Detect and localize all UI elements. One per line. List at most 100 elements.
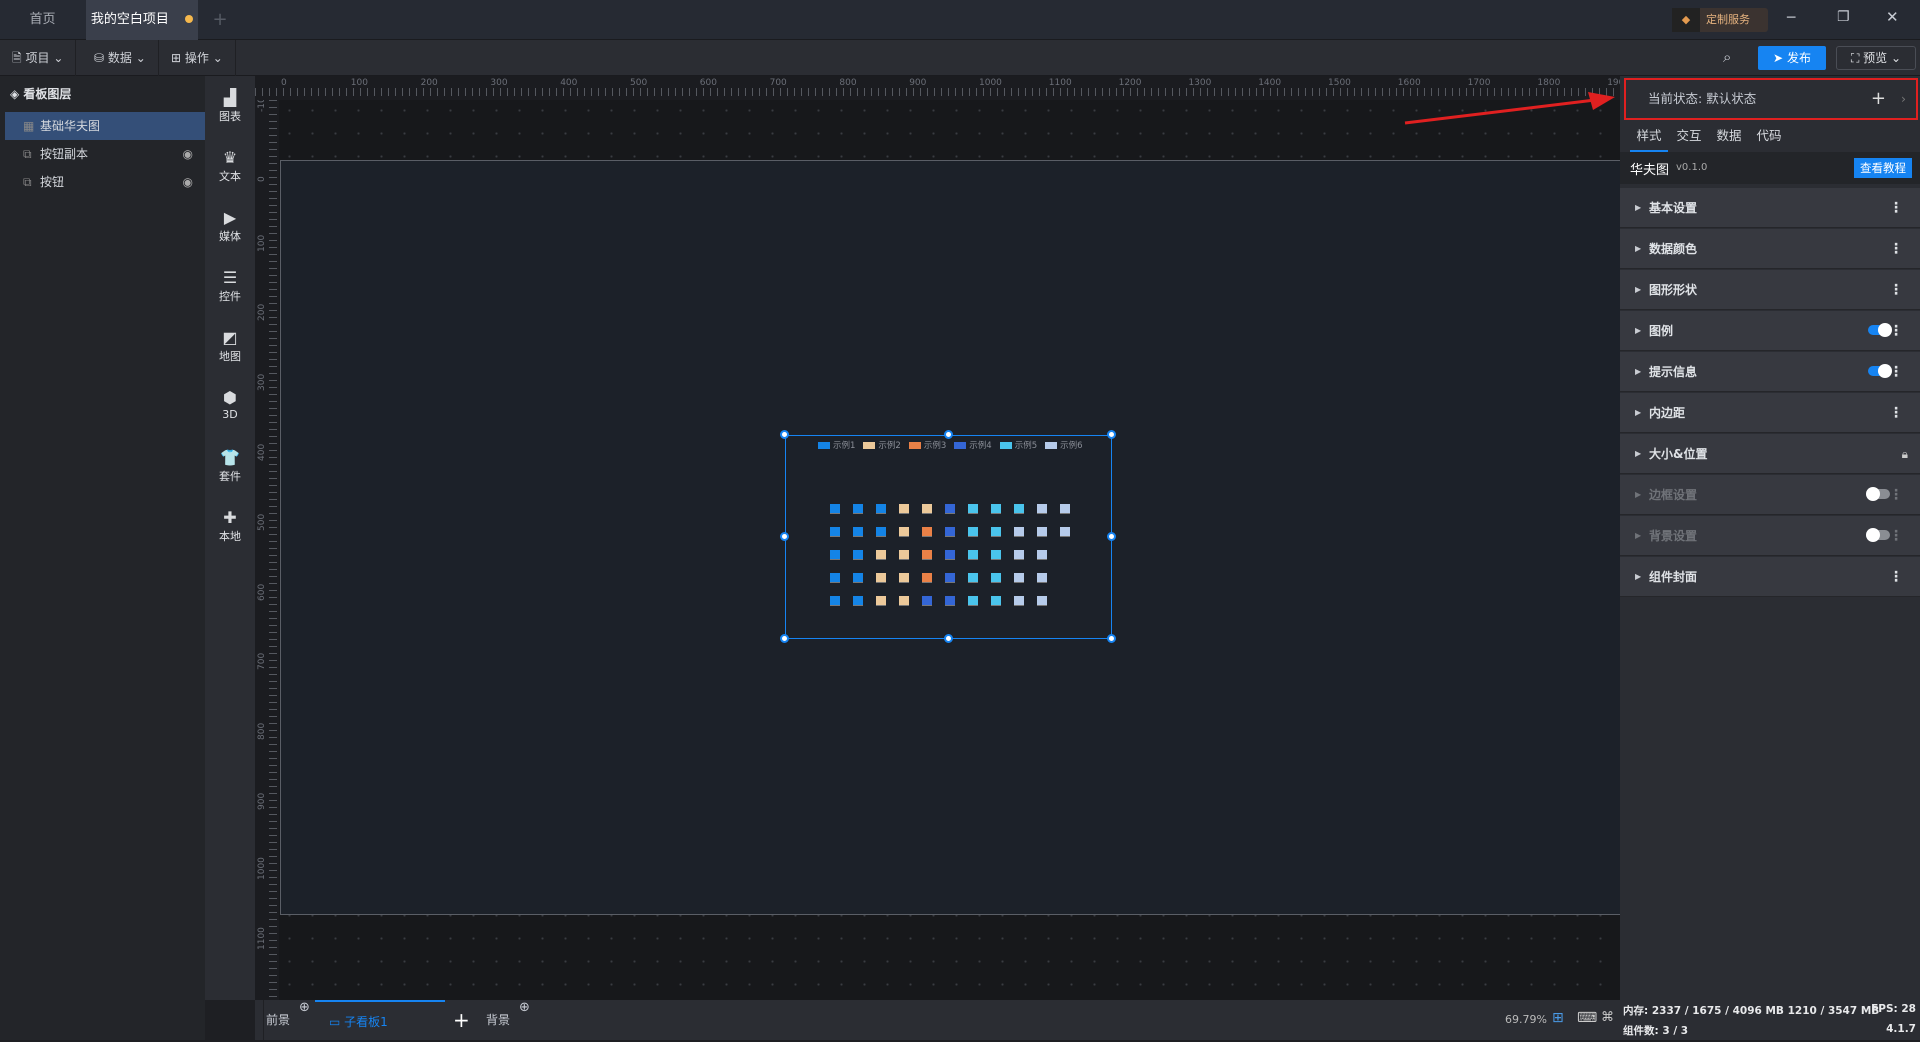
section-8[interactable]: ▶ 背景设置 ⋮ xyxy=(1620,516,1920,556)
toggle-switch[interactable] xyxy=(1868,323,1892,337)
waffle-cell-6[interactable] xyxy=(1060,504,1070,514)
tool-bar-chart[interactable]: ▟ 图表 xyxy=(205,88,255,124)
more-icon[interactable]: ⋮ xyxy=(1889,270,1903,310)
waffle-cell-5[interactable] xyxy=(968,527,978,537)
waffle-cell-1[interactable] xyxy=(876,527,886,537)
terminal-icon[interactable]: ⌘ xyxy=(1601,1010,1614,1025)
waffle-cell-5[interactable] xyxy=(1014,504,1024,514)
waffle-cell-6[interactable] xyxy=(1037,550,1047,560)
add-board-icon[interactable]: + xyxy=(453,1008,470,1032)
tab-code[interactable]: 代码 xyxy=(1750,120,1788,152)
waffle-cell-6[interactable] xyxy=(1014,550,1024,560)
waffle-cell-2[interactable] xyxy=(899,596,909,606)
resize-handle[interactable] xyxy=(943,430,953,439)
layer-item-button-copy[interactable]: ⧉ 按钮副本 ◉ xyxy=(5,140,205,168)
waffle-cell-3[interactable] xyxy=(922,550,932,560)
waffle-cell-2[interactable] xyxy=(922,504,932,514)
waffle-cell-2[interactable] xyxy=(876,596,886,606)
waffle-cell-5[interactable] xyxy=(991,573,1001,583)
waffle-chart[interactable]: 示例1 示例2 示例3 示例4 示例5 示例6 xyxy=(780,430,1116,643)
section-9[interactable]: ▶ 组件封面 ⋮ xyxy=(1620,557,1920,597)
more-icon[interactable]: ⋮ xyxy=(1889,557,1903,597)
waffle-cell-2[interactable] xyxy=(899,527,909,537)
restore-icon[interactable]: ❐ xyxy=(1837,9,1850,25)
legend-item[interactable]: 示例3 xyxy=(908,439,946,451)
resize-handle[interactable] xyxy=(943,634,953,643)
section-6[interactable]: ▶ 大小&位置 🔒︎ xyxy=(1620,434,1920,474)
toggle-switch[interactable] xyxy=(1866,528,1890,542)
tool-map[interactable]: ◩ 地图 xyxy=(205,328,255,364)
plus-icon[interactable]: + xyxy=(205,0,235,40)
section-0[interactable]: ▶ 基本设置 ⋮ xyxy=(1620,188,1920,228)
tool-cube[interactable]: ⬢ 3D xyxy=(205,388,255,421)
layer-item-waffle[interactable]: ▦ 基础华夫图 xyxy=(5,112,205,140)
search-icon[interactable]: ⌕ xyxy=(1723,48,1731,66)
waffle-cell-1[interactable] xyxy=(876,504,886,514)
waffle-cell-5[interactable] xyxy=(991,504,1001,514)
resize-handle[interactable] xyxy=(780,634,789,643)
waffle-cell-6[interactable] xyxy=(1060,527,1070,537)
menu-operate[interactable]: ⊞ 操作 ⌄ xyxy=(159,40,236,76)
waffle-cell-5[interactable] xyxy=(991,550,1001,560)
waffle-cell-6[interactable] xyxy=(1014,596,1024,606)
more-icon[interactable]: ⋮ xyxy=(1889,393,1903,433)
section-4[interactable]: ▶ 提示信息 ⋮ xyxy=(1620,352,1920,392)
waffle-cell-2[interactable] xyxy=(899,573,909,583)
resize-handle[interactable] xyxy=(1107,430,1116,439)
tab-data[interactable]: 数据 xyxy=(1710,120,1748,152)
menu-data[interactable]: ⛁ 数据 ⌄ xyxy=(82,40,159,76)
resize-handle[interactable] xyxy=(780,430,789,439)
waffle-cell-3[interactable] xyxy=(922,573,932,583)
waffle-cell-2[interactable] xyxy=(876,573,886,583)
more-icon[interactable]: ⋮ xyxy=(1889,188,1903,228)
waffle-cell-1[interactable] xyxy=(830,573,840,583)
waffle-cell-1[interactable] xyxy=(853,550,863,560)
add-circle-icon[interactable]: ⊕ xyxy=(299,988,310,1028)
keyboard-icon[interactable]: ⌨ xyxy=(1577,1010,1597,1026)
minimize-icon[interactable]: ─ xyxy=(1787,10,1795,26)
preview-button[interactable]: ⛶ 预览 ⌄ xyxy=(1836,46,1916,70)
waffle-cell-4[interactable] xyxy=(945,596,955,606)
waffle-cell-4[interactable] xyxy=(922,596,932,606)
menu-project[interactable]: 🗎 项目 ⌄ xyxy=(0,40,77,76)
add-circle-icon[interactable]: ⊕ xyxy=(519,988,530,1028)
resize-handle[interactable] xyxy=(780,532,789,541)
resize-handle[interactable] xyxy=(1107,532,1116,541)
waffle-cell-6[interactable] xyxy=(1037,596,1047,606)
chevron-right-icon[interactable]: › xyxy=(1901,80,1906,118)
waffle-cell-5[interactable] xyxy=(991,527,1001,537)
tab-project[interactable]: 我的空白项目 xyxy=(86,0,198,40)
tool-list[interactable]: ☰ 控件 xyxy=(205,268,255,304)
lock-icon[interactable]: 🔒︎ xyxy=(1902,434,1908,474)
legend-item[interactable]: 示例2 xyxy=(863,439,901,451)
waffle-cell-5[interactable] xyxy=(991,596,1001,606)
waffle-cell-4[interactable] xyxy=(945,527,955,537)
more-icon[interactable]: ⋮ xyxy=(1889,229,1903,269)
legend-item[interactable]: 示例6 xyxy=(1045,439,1083,451)
legend-item[interactable]: 示例4 xyxy=(954,439,992,451)
tab-foreground[interactable]: 前景 ⊕ xyxy=(263,1000,310,1040)
section-3[interactable]: ▶ 图例 ⋮ xyxy=(1620,311,1920,351)
waffle-cell-5[interactable] xyxy=(968,550,978,560)
toggle-switch[interactable] xyxy=(1868,364,1892,378)
waffle-cell-5[interactable] xyxy=(968,504,978,514)
legend-item[interactable]: 示例1 xyxy=(818,439,855,451)
waffle-cell-1[interactable] xyxy=(830,527,840,537)
zoom-level[interactable]: 69.79% xyxy=(1505,1013,1547,1026)
waffle-cell-5[interactable] xyxy=(968,573,978,583)
section-7[interactable]: ▶ 边框设置 ⋮ xyxy=(1620,475,1920,515)
waffle-cell-1[interactable] xyxy=(830,550,840,560)
close-icon[interactable]: ✕ xyxy=(1886,8,1899,26)
tool-video-camera[interactable]: ▶ 媒体 xyxy=(205,208,255,244)
state-row[interactable]: 当前状态: 默认状态 + › xyxy=(1624,78,1918,120)
section-5[interactable]: ▶ 内边距 ⋮ xyxy=(1620,393,1920,433)
tool-crown[interactable]: ♛ 文本 xyxy=(205,148,255,184)
waffle-cell-6[interactable] xyxy=(1014,527,1024,537)
tutorial-button[interactable]: 查看教程 xyxy=(1854,158,1912,178)
waffle-cell-2[interactable] xyxy=(876,550,886,560)
waffle-cell-5[interactable] xyxy=(968,596,978,606)
fit-screen-icon[interactable]: ⊞ xyxy=(1552,1010,1564,1026)
waffle-cell-6[interactable] xyxy=(1037,527,1047,537)
resize-handle[interactable] xyxy=(1107,634,1116,643)
waffle-cell-4[interactable] xyxy=(945,504,955,514)
